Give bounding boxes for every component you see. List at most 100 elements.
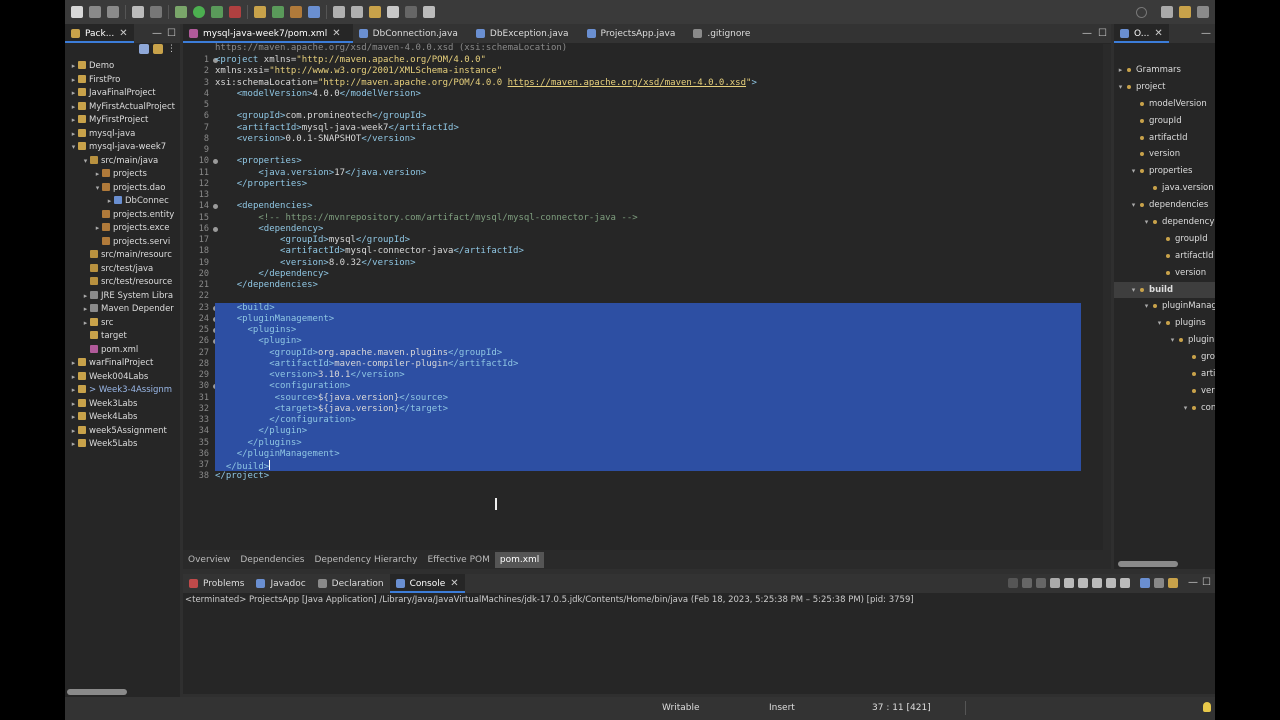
open-perspective-icon[interactable] xyxy=(1161,6,1173,18)
close-icon[interactable]: ✕ xyxy=(119,28,127,39)
outline-item[interactable]: ▾ pluginManagement xyxy=(1114,298,1215,315)
code-line[interactable]: </properties> xyxy=(215,179,1081,190)
minimize-icon[interactable]: — xyxy=(1188,577,1198,588)
expand-toggle-icon[interactable]: ▸ xyxy=(69,371,78,385)
code-line[interactable]: <artifactId>mysql-java-week7</artifactId… xyxy=(215,123,1081,134)
outline-item[interactable]: ▾ project xyxy=(1114,79,1215,96)
editor-tab[interactable]: DbConnection.java xyxy=(353,24,470,43)
vertical-scrollbar[interactable] xyxy=(1103,44,1111,550)
maximize-icon[interactable]: ☐ xyxy=(167,28,176,39)
outline-item[interactable]: groupId xyxy=(1114,349,1215,366)
previous-annotation-icon[interactable] xyxy=(351,6,363,18)
open-type-icon[interactable] xyxy=(290,6,302,18)
show-on-output-icon[interactable] xyxy=(1092,577,1103,588)
code-line[interactable]: <groupId>org.apache.maven.plugins</group… xyxy=(215,347,1081,359)
close-icon[interactable]: ✕ xyxy=(1154,28,1162,39)
tree-item[interactable]: ▸ Demo xyxy=(65,60,180,74)
tree-item[interactable]: ▸ > Week3-4Assignm xyxy=(65,384,180,398)
code-line[interactable]: <source>${java.version}</source> xyxy=(215,392,1081,404)
expand-toggle-icon[interactable]: ▸ xyxy=(81,317,90,331)
pom-editor-tab[interactable]: Effective POM xyxy=(422,552,494,568)
code-line[interactable]: <plugin> xyxy=(215,336,1081,348)
tree-item[interactable]: ▸ Week4Labs xyxy=(65,411,180,425)
expand-toggle-icon[interactable]: ▸ xyxy=(69,60,78,74)
terminal-icon[interactable] xyxy=(132,6,144,18)
console-tab[interactable]: Problems xyxy=(183,574,250,593)
tree-item[interactable]: ▸ DbConnec xyxy=(65,195,180,209)
code-line[interactable]: <groupId>com.promineotech</groupId> xyxy=(215,111,1081,122)
clear-console-icon[interactable] xyxy=(1050,577,1061,588)
pom-editor-tab[interactable]: Dependency Hierarchy xyxy=(309,552,422,568)
tree-item[interactable]: ▾ mysql-java-week7 xyxy=(65,141,180,155)
tree-item[interactable]: ▸ Week3Labs xyxy=(65,398,180,412)
expand-toggle-icon[interactable]: ▸ xyxy=(81,290,90,304)
outline-item[interactable]: version xyxy=(1114,265,1215,282)
last-edit-icon[interactable] xyxy=(369,6,381,18)
word-wrap-icon[interactable] xyxy=(1078,577,1089,588)
tree-item[interactable]: projects.servi xyxy=(65,236,180,250)
code-line[interactable]: <java.version>17</java.version> xyxy=(215,168,1081,179)
close-icon[interactable]: ✕ xyxy=(450,578,458,589)
outline-item[interactable]: modelVersion xyxy=(1114,96,1215,113)
console-output[interactable]: <terminated> ProjectsApp [Java Applicati… xyxy=(185,595,914,605)
tree-item[interactable]: ▸ MyFirstProject xyxy=(65,114,180,128)
expand-toggle-icon[interactable]: ▸ xyxy=(69,384,78,398)
code-area[interactable]: <project xmlns="http://maven.apache.org/… xyxy=(215,55,1081,483)
expand-toggle-icon[interactable]: ▸ xyxy=(69,87,78,101)
expand-toggle-icon[interactable]: ▾ xyxy=(1129,197,1138,214)
java-perspective-icon[interactable] xyxy=(1179,6,1191,18)
expand-toggle-icon[interactable]: ▾ xyxy=(1129,282,1138,299)
expand-toggle-icon[interactable]: ▸ xyxy=(69,74,78,88)
expand-toggle-icon[interactable]: ▸ xyxy=(69,411,78,425)
pom-editor-tab[interactable]: pom.xml xyxy=(494,551,545,568)
code-line[interactable] xyxy=(215,145,1081,156)
outline-item[interactable]: ▾ dependency xyxy=(1114,214,1215,231)
outline-item[interactable]: artifactId xyxy=(1114,130,1215,147)
new-java-class-icon[interactable] xyxy=(272,6,284,18)
skip-breakpoints-icon[interactable] xyxy=(150,6,162,18)
code-line[interactable]: <dependencies> xyxy=(215,201,1081,212)
console-tab[interactable]: Declaration xyxy=(312,574,390,593)
pin-console-icon[interactable] xyxy=(1120,577,1131,588)
code-line[interactable]: <pluginManagement> xyxy=(215,313,1081,325)
remove-all-icon[interactable] xyxy=(1036,577,1047,588)
code-line[interactable]: </project> xyxy=(215,471,1081,482)
tab-package-explorer[interactable]: Pack... ✕ xyxy=(65,24,134,43)
editor-tab[interactable]: .gitignore xyxy=(687,24,762,43)
editor-tab[interactable]: ProjectsApp.java xyxy=(581,24,688,43)
next-annotation-icon[interactable] xyxy=(333,6,345,18)
save-all-icon[interactable] xyxy=(107,6,119,18)
code-line[interactable]: <artifactId>mysql-connector-java</artifa… xyxy=(215,246,1081,257)
code-line[interactable] xyxy=(215,291,1081,302)
horizontal-scrollbar[interactable] xyxy=(67,689,127,695)
tree-item[interactable]: ▾ src/main/java xyxy=(65,155,180,169)
code-line[interactable]: <version>0.0.1-SNAPSHOT</version> xyxy=(215,134,1081,145)
tree-item[interactable]: ▸ week5Assignment xyxy=(65,425,180,439)
code-line[interactable] xyxy=(215,100,1081,111)
forward-icon[interactable] xyxy=(405,6,417,18)
outline-item[interactable]: version xyxy=(1114,383,1215,400)
pom-editor-tab[interactable]: Overview xyxy=(183,552,235,568)
code-line[interactable]: <dependency> xyxy=(215,224,1081,235)
search-icon[interactable] xyxy=(1136,6,1147,18)
code-line[interactable]: </dependency> xyxy=(215,269,1081,280)
outline-item[interactable]: ▾ plugin xyxy=(1114,332,1215,349)
tree-item[interactable]: src/main/resourc xyxy=(65,249,180,263)
tree-item[interactable]: src/test/java xyxy=(65,263,180,277)
expand-toggle-icon[interactable]: ▾ xyxy=(1181,400,1190,417)
expand-toggle-icon[interactable]: ▸ xyxy=(69,357,78,371)
code-line[interactable]: <project xmlns="http://maven.apache.org/… xyxy=(215,55,1081,66)
expand-toggle-icon[interactable]: ▸ xyxy=(81,303,90,317)
back-icon[interactable] xyxy=(387,6,399,18)
save-icon[interactable] xyxy=(89,6,101,18)
expand-toggle-icon[interactable]: ▾ xyxy=(1116,79,1125,96)
minimize-icon[interactable]: — xyxy=(1201,28,1211,39)
expand-toggle-icon[interactable]: ▸ xyxy=(69,438,78,452)
outline-item[interactable]: ▾ plugins xyxy=(1114,315,1215,332)
minimize-icon[interactable]: — xyxy=(1082,28,1092,39)
tree-item[interactable]: ▸ src xyxy=(65,317,180,331)
show-on-error-icon[interactable] xyxy=(1106,577,1117,588)
code-line[interactable]: </build> xyxy=(215,460,1081,472)
tree-item[interactable]: ▸ projects.exce xyxy=(65,222,180,236)
expand-toggle-icon[interactable]: ▾ xyxy=(1129,163,1138,180)
